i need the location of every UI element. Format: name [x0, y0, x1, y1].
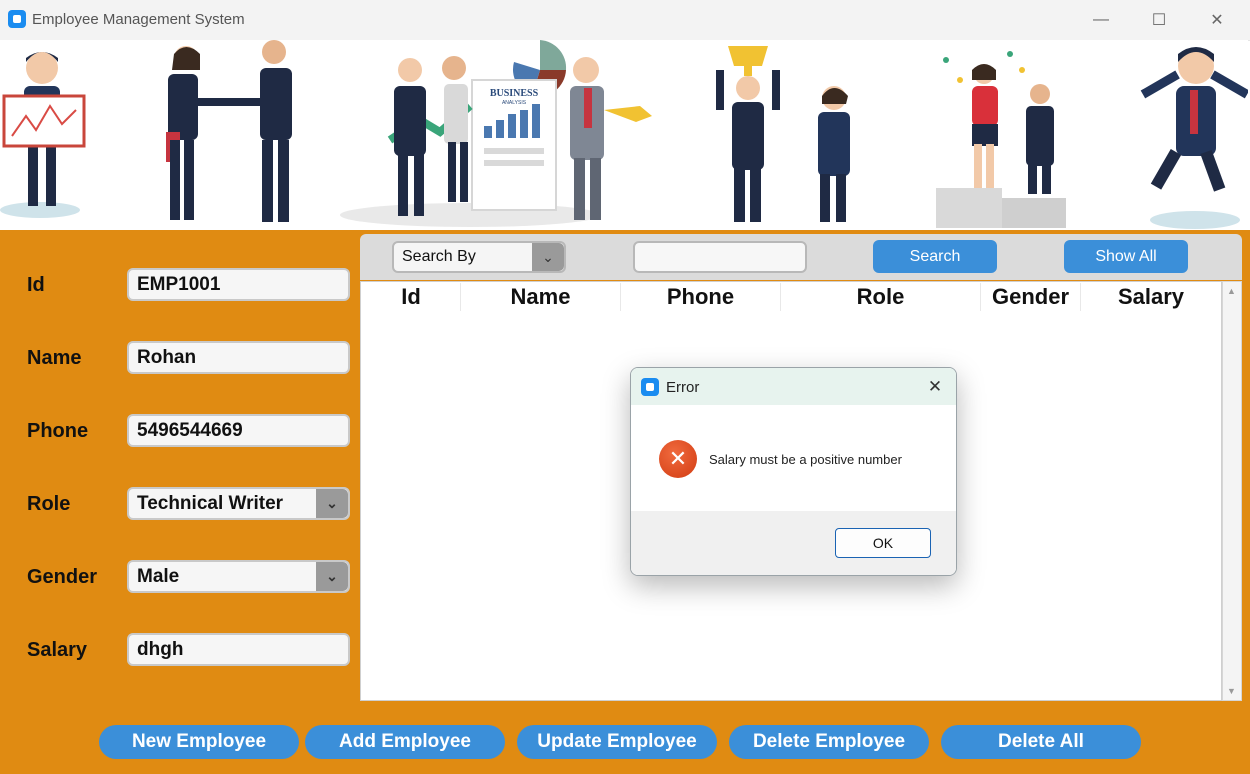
id-label: Id: [27, 274, 45, 296]
chevron-down-icon[interactable]: ⌄: [532, 243, 564, 271]
banner-caption-sub: ANALYSIS: [502, 100, 527, 106]
vertical-scrollbar[interactable]: ▲ ▼: [1222, 281, 1242, 701]
maximize-button[interactable]: ☐: [1136, 0, 1182, 40]
delete-employee-button[interactable]: Delete Employee: [729, 725, 929, 759]
name-label: Name: [27, 347, 82, 369]
salary-field[interactable]: dhgh: [127, 633, 350, 666]
column-header-salary[interactable]: Salary: [1081, 283, 1221, 311]
phone-field[interactable]: 5496544669: [127, 414, 350, 447]
column-header-role[interactable]: Role: [781, 283, 981, 311]
id-field[interactable]: EMP1001: [127, 268, 350, 301]
search-by-value: Search By: [402, 248, 476, 265]
minimize-button[interactable]: —: [1078, 0, 1124, 40]
title-bar: Employee Management System — ☐ ✕: [0, 0, 1250, 41]
window-title: Employee Management System: [32, 11, 245, 28]
business-people-illustration: BUSINESS ANALYSIS: [0, 40, 1250, 229]
column-header-phone[interactable]: Phone: [621, 283, 781, 311]
show-all-button[interactable]: Show All: [1064, 240, 1188, 273]
app-icon: [8, 10, 26, 28]
banner-caption: BUSINESS: [490, 88, 539, 99]
name-field[interactable]: Rohan: [127, 341, 350, 374]
column-header-gender[interactable]: Gender: [981, 283, 1081, 311]
gender-label: Gender: [27, 566, 98, 588]
error-icon: ✕: [659, 440, 697, 478]
dialog-close-button[interactable]: ✕: [921, 374, 949, 400]
close-button[interactable]: ✕: [1194, 0, 1240, 40]
salary-label: Salary: [27, 639, 88, 661]
error-dialog: Error ✕ ✕ Salary must be a positive numb…: [630, 367, 957, 576]
dialog-title: Error: [666, 379, 700, 396]
dialog-header: Error ✕: [631, 368, 956, 405]
column-header-name[interactable]: Name: [461, 283, 621, 311]
add-employee-button[interactable]: Add Employee: [305, 725, 505, 759]
role-label: Role: [27, 493, 71, 515]
gender-dropdown[interactable]: Male ⌄: [127, 560, 350, 593]
chevron-down-icon[interactable]: ⌄: [316, 489, 348, 518]
chevron-down-icon[interactable]: ⌄: [316, 562, 348, 591]
gender-value: Male: [137, 565, 180, 587]
update-employee-button[interactable]: Update Employee: [517, 725, 717, 759]
column-header-id[interactable]: Id: [362, 283, 461, 311]
search-input[interactable]: [633, 241, 807, 273]
app-icon: [641, 378, 659, 396]
dialog-message: Salary must be a positive number: [709, 452, 902, 467]
phone-label: Phone: [27, 420, 89, 442]
ok-button[interactable]: OK: [835, 528, 931, 558]
role-dropdown[interactable]: Technical Writer ⌄: [127, 487, 350, 520]
role-value: Technical Writer: [137, 492, 284, 514]
new-employee-button[interactable]: New Employee: [99, 725, 299, 759]
delete-all-button[interactable]: Delete All: [941, 725, 1141, 759]
banner-illustration: BUSINESS ANALYSIS: [0, 40, 1250, 230]
search-button[interactable]: Search: [873, 240, 997, 273]
search-by-dropdown[interactable]: Search By ⌄: [392, 241, 566, 273]
scroll-up-icon[interactable]: ▲: [1227, 286, 1236, 296]
scroll-down-icon[interactable]: ▼: [1227, 686, 1236, 696]
